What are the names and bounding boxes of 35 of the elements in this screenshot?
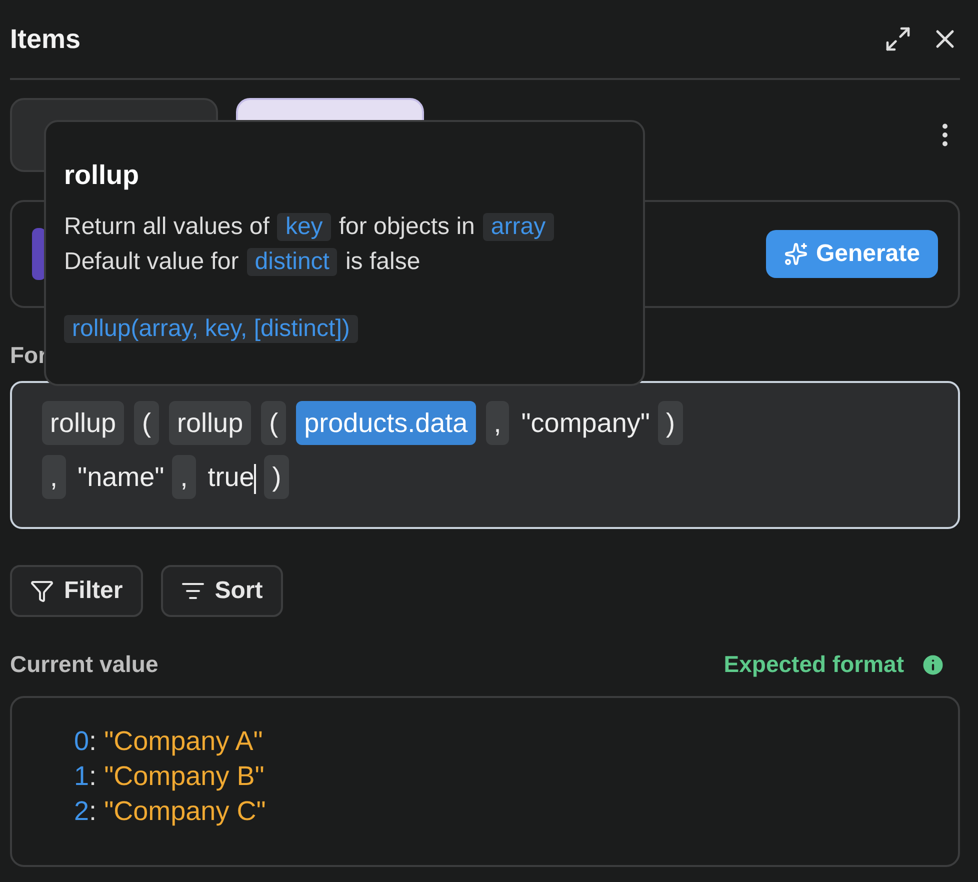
formula-token: "company" [520, 407, 651, 440]
formula-token: ) [264, 455, 290, 499]
tooltip-text: Default value for [64, 248, 239, 276]
formula-token: ( [134, 401, 160, 445]
formula-token: true [206, 461, 258, 496]
formula-token: ) [658, 401, 683, 445]
value-line: 2: "Company C" [74, 795, 267, 828]
code-term: key [277, 212, 331, 240]
expected-format-link[interactable]: Expected format [724, 651, 904, 678]
formula-token: , [486, 401, 510, 445]
formula-editor[interactable]: rollup ( rollup ( products.data , "company" ) , "name" , true ) [10, 381, 960, 529]
filter-icon [30, 579, 54, 603]
sparkle-icon [784, 242, 808, 266]
value-line: 1: "Company B" [74, 760, 266, 793]
section-label: Current value [10, 651, 158, 678]
tooltip-title: rollup [64, 160, 140, 191]
formula-token: , [42, 455, 66, 499]
formula-token: rollup [42, 401, 124, 445]
value-line: 0: "Company A" [74, 725, 264, 758]
reference-token: products.data [296, 401, 476, 445]
formula-token: rollup [169, 401, 252, 445]
tooltip-text: Return all values of [64, 212, 270, 240]
formula-token: ( [261, 401, 286, 445]
filter-button[interactable]: Filter [10, 565, 143, 617]
code-term: array [482, 212, 554, 240]
code-term: distinct [246, 248, 338, 276]
formula-token: "name" [76, 461, 166, 494]
tooltip-text: is false [345, 248, 420, 276]
panel-title: Items [10, 24, 82, 54]
sort-button[interactable]: Sort [160, 565, 283, 617]
function-signature: rollup(array, key, [distinct]) [64, 315, 358, 343]
tooltip-text: for objects in [338, 212, 475, 240]
expand-icon[interactable] [884, 25, 912, 53]
formula-label: For [10, 342, 48, 369]
formula-token: , [172, 455, 196, 499]
